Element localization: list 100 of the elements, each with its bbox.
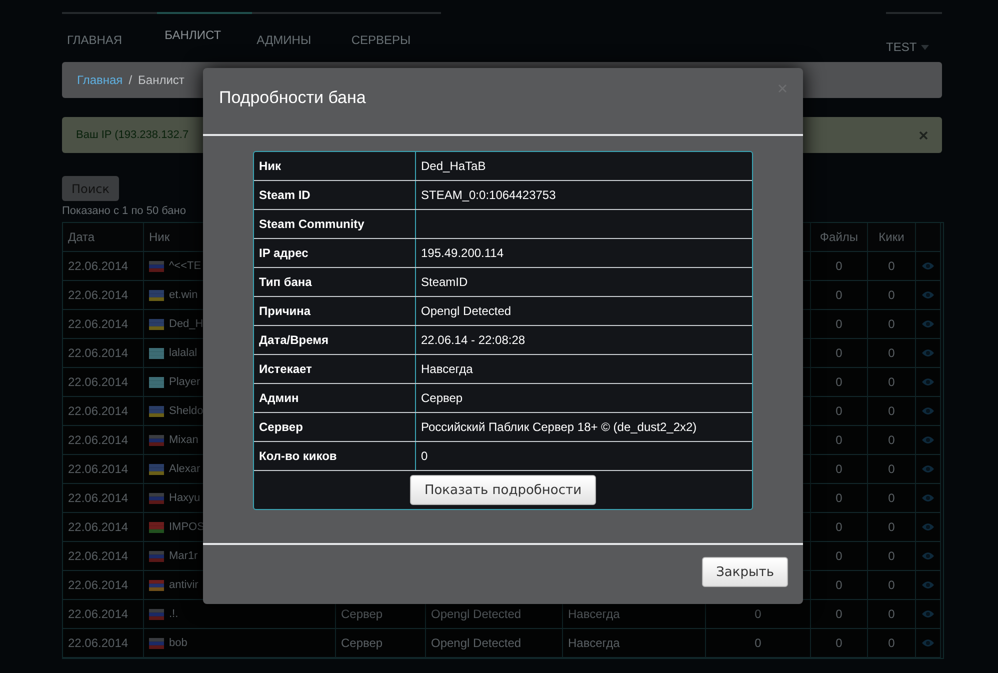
table-cell: 0 <box>811 368 868 397</box>
flag-icon <box>149 260 164 272</box>
table-cell: 22.06.2014 <box>63 542 144 571</box>
table-cell: 0 <box>868 600 916 629</box>
table-cell: 0 <box>706 629 811 658</box>
table-cell: 0 <box>868 339 916 368</box>
nick-text: et.win <box>169 289 198 301</box>
nick-text: Mar1r <box>169 550 198 562</box>
column-header: Кики <box>868 223 916 252</box>
eye-icon[interactable] <box>922 262 934 270</box>
table-cell: 0 <box>868 368 916 397</box>
eye-icon[interactable] <box>922 639 934 647</box>
results-info: Показано с 1 по 50 бано <box>62 205 187 219</box>
nick-text: IMPOS <box>169 521 204 533</box>
eye-icon[interactable] <box>922 465 934 473</box>
detail-label: Steam ID <box>254 181 416 209</box>
flag-icon <box>149 376 164 388</box>
detail-label: Дата/Время <box>254 326 416 354</box>
nick-text: ^<<TE <box>169 260 202 272</box>
nick-text: .!. <box>169 608 178 620</box>
table-cell: 0 <box>811 310 868 339</box>
column-header: Дата <box>63 223 144 252</box>
nick-text: Mixan <box>169 434 198 446</box>
flag-icon <box>149 434 164 446</box>
dialog-title: Подробности бана <box>219 88 366 109</box>
eye-icon[interactable] <box>922 320 934 328</box>
eye-icon[interactable] <box>922 523 934 531</box>
flag-icon <box>149 608 164 620</box>
flag-icon <box>149 550 164 562</box>
table-cell: 22.06.2014 <box>63 339 144 368</box>
show-details-button[interactable]: Показать подробности <box>410 475 596 505</box>
detail-value: 0 <box>420 448 429 465</box>
eye-icon[interactable] <box>922 291 934 299</box>
nick-text: Alexar <box>169 463 200 475</box>
flag-icon <box>149 580 164 590</box>
detail-value: Opengl Detected <box>420 303 512 320</box>
detail-label: Ник <box>254 152 416 180</box>
table-cell: 0 <box>811 571 868 600</box>
flag-icon <box>149 464 164 474</box>
table-cell: 0 <box>868 455 916 484</box>
table-cell: 0 <box>811 542 868 571</box>
table-cell: 0 <box>868 252 916 281</box>
nav-tab[interactable]: БАНЛИСТ <box>156 12 252 42</box>
flag-icon <box>149 638 164 648</box>
table-cell: 22.06.2014 <box>63 484 144 513</box>
nav-tab[interactable]: АДМИНЫ <box>252 12 346 47</box>
alert-text: Ваш IP (193.238.132.7 <box>76 129 189 141</box>
table-cell: 22.06.2014 <box>63 281 144 310</box>
detail-value: Российский Паблик Сервер 18+ © (de_dust2_2x2) <box>420 419 698 436</box>
table-cell: 22.06.2014 <box>63 629 144 658</box>
table-cell: 22.06.2014 <box>63 513 144 542</box>
eye-icon[interactable] <box>922 552 934 560</box>
table-cell: 0 <box>868 629 916 658</box>
eye-icon[interactable] <box>922 407 934 415</box>
table-cell: 0 <box>868 542 916 571</box>
close-button[interactable]: Закрыть <box>702 557 788 587</box>
table-cell: 22.06.2014 <box>63 455 144 484</box>
breadcrumb-link[interactable]: Главная <box>77 73 123 87</box>
table-cell: 0 <box>868 397 916 426</box>
detail-value: Сервер <box>420 390 464 407</box>
table-cell: 22.06.2014 <box>63 310 144 339</box>
eye-icon[interactable] <box>922 349 934 357</box>
flag-icon <box>149 492 164 504</box>
flag-icon <box>149 522 164 532</box>
breadcrumb-separator: / <box>128 73 132 87</box>
table-cell: 0 <box>811 281 868 310</box>
table-cell: 0 <box>868 426 916 455</box>
flag-icon <box>149 406 164 416</box>
eye-icon[interactable] <box>922 436 934 444</box>
eye-icon[interactable] <box>922 378 934 386</box>
detail-value: 195.49.200.114 <box>420 245 505 262</box>
eye-icon[interactable] <box>922 581 934 589</box>
close-icon[interactable] <box>919 130 928 140</box>
table-cell: 22.06.2014 <box>63 600 144 629</box>
eye-icon[interactable] <box>922 610 934 618</box>
nav-tab[interactable]: СЕРВЕРЫ <box>346 12 441 47</box>
caret-icon <box>920 44 929 50</box>
table-cell: Навсегда <box>563 629 706 658</box>
flag-icon <box>149 348 164 358</box>
detail-label: Причина <box>254 297 416 325</box>
detail-value: 22.06.14 - 22:08:28 <box>420 332 526 349</box>
flag-icon <box>149 318 164 330</box>
table-cell: 0 <box>868 281 916 310</box>
detail-label: Истекает <box>254 355 416 383</box>
column-header: Файлы <box>811 223 868 252</box>
table-cell: 0 <box>811 339 868 368</box>
table-cell: Opengl Detected <box>426 629 563 658</box>
table-cell: 0 <box>811 455 868 484</box>
detail-value: Ded_HaTaB <box>420 158 487 175</box>
nick-text: antivir <box>169 579 198 591</box>
nav-tab[interactable]: ГЛАВНАЯ <box>62 12 157 47</box>
detail-value: STEAM_0:0:1064423753 <box>420 187 557 204</box>
table-cell: 0 <box>868 513 916 542</box>
table-cell: 0 <box>811 600 868 629</box>
eye-icon[interactable] <box>922 494 934 502</box>
table-cell: 22.06.2014 <box>63 426 144 455</box>
detail-label: Кол-во киков <box>254 442 416 470</box>
nick-text: lalalal <box>169 347 198 359</box>
detail-label: Сервер <box>254 413 416 441</box>
breadcrumb-link[interactable]: Банлист <box>138 73 184 87</box>
